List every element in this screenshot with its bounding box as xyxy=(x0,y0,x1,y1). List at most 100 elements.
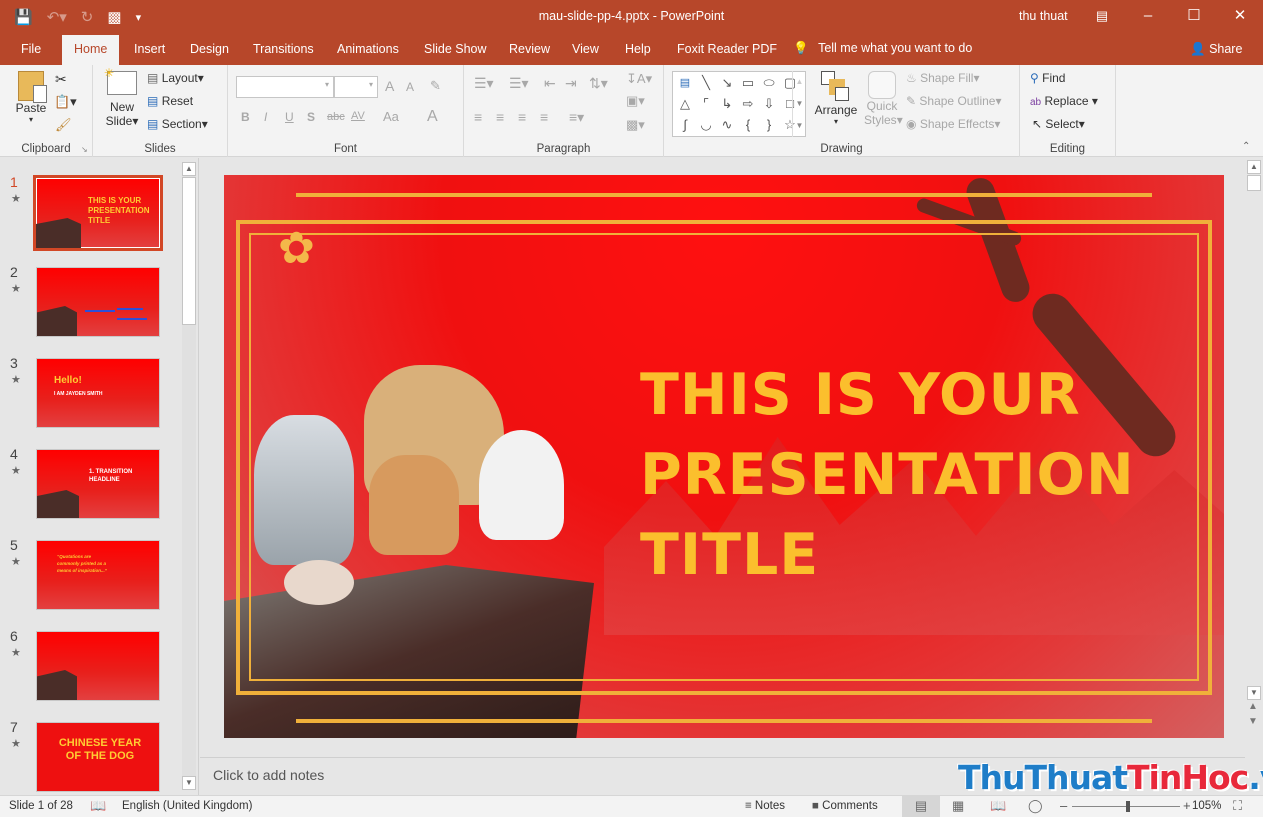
copy-icon[interactable]: 📋▾ xyxy=(54,94,77,110)
elbow-arrow-icon[interactable]: ↳ xyxy=(718,96,736,112)
replace-button[interactable]: ab Replace ▾ xyxy=(1030,94,1098,108)
current-slide[interactable]: ✿ THIS IS YOUR PRESENTATION TITLE xyxy=(224,175,1224,738)
increase-indent-icon[interactable]: ⇥ xyxy=(565,75,577,92)
zoom-level[interactable]: 105% xyxy=(1192,800,1221,812)
tell-me-search[interactable]: 💡 Tell me what you want to do xyxy=(793,41,972,56)
slideshow-view-button[interactable]: ◯ xyxy=(1028,798,1043,814)
font-size-combo[interactable]: ▾ xyxy=(334,76,378,98)
paste-button[interactable]: Paste ▾ xyxy=(14,71,48,124)
reading-view-button[interactable]: 📖 xyxy=(990,798,1006,814)
smartart-icon[interactable]: ▩▾ xyxy=(626,117,645,133)
numbering-icon[interactable]: ☰▾ xyxy=(509,75,529,92)
collapse-ribbon-icon[interactable]: ⌃ xyxy=(1242,141,1250,152)
oval-shape-icon[interactable]: ⬭ xyxy=(760,75,778,91)
section-button[interactable]: ▤ Section▾ xyxy=(147,117,208,131)
shape-fill-button[interactable]: ♨ Shape Fill▾ xyxy=(906,71,980,85)
previous-slide-icon[interactable]: ▲ xyxy=(1248,701,1258,712)
right-arrow-shape-icon[interactable]: ⇨ xyxy=(739,96,757,112)
tab-slide-show[interactable]: Slide Show xyxy=(424,42,487,56)
new-slide-button[interactable]: ✳ New Slide▾ xyxy=(104,66,139,128)
language-indicator[interactable]: English (United Kingdom) xyxy=(122,800,252,812)
fit-to-window-icon[interactable]: ⛶ xyxy=(1233,798,1242,814)
slide-thumbnail[interactable]: “Quotations are commonly printed as a me… xyxy=(36,540,160,610)
tab-home[interactable]: Home xyxy=(62,35,120,65)
rectangle-shape-icon[interactable]: ▭ xyxy=(739,75,757,91)
shape-effects-button[interactable]: ◉ Shape Effects▾ xyxy=(906,117,1000,131)
zoom-slider[interactable] xyxy=(1072,801,1180,812)
ribbon-display-options-icon[interactable]: ▤ xyxy=(1079,0,1125,34)
gallery-scroll-down[interactable]: ▼ xyxy=(793,93,806,115)
bullets-icon[interactable]: ☰▾ xyxy=(474,75,494,92)
notes-toggle[interactable]: ≡ Notes xyxy=(745,800,785,812)
tab-file[interactable]: File xyxy=(21,42,41,56)
right-brace-icon[interactable]: } xyxy=(760,117,778,132)
columns-icon[interactable]: ≡▾ xyxy=(569,109,584,126)
slide-counter[interactable]: Slide 1 of 28 xyxy=(9,800,73,812)
next-slide-icon[interactable]: ▼ xyxy=(1248,716,1258,727)
align-left-icon[interactable]: ≡ xyxy=(474,109,482,125)
zoom-in-button[interactable]: + xyxy=(1183,798,1191,813)
character-spacing-button[interactable]: AV xyxy=(351,110,365,122)
arrow-line-shape-icon[interactable]: ↘ xyxy=(718,75,736,91)
editor-scrollbar[interactable]: ▲ ▼ ▲ ▼ xyxy=(1245,158,1263,795)
text-shadow-button[interactable]: S xyxy=(307,110,315,124)
cut-icon[interactable]: ✂ xyxy=(55,71,67,88)
comments-toggle[interactable]: ■ Comments xyxy=(812,800,878,812)
text-direction-icon[interactable]: ↧A▾ xyxy=(626,71,652,87)
minimize-button[interactable]: – xyxy=(1125,0,1171,34)
tab-insert[interactable]: Insert xyxy=(134,42,165,56)
tab-view[interactable]: View xyxy=(572,42,599,56)
italic-button[interactable]: I xyxy=(264,110,267,124)
shape-outline-button[interactable]: ✎ Shape Outline▾ xyxy=(906,94,1002,108)
maximize-button[interactable]: ☐ xyxy=(1171,0,1217,34)
arrange-button[interactable]: Arrange ▾ xyxy=(814,71,858,126)
down-arrow-shape-icon[interactable]: ⇩ xyxy=(760,96,778,112)
grow-font-button[interactable]: A xyxy=(385,78,394,94)
select-button[interactable]: ↖ Select▾ xyxy=(1032,117,1085,131)
align-right-icon[interactable]: ≡ xyxy=(518,109,526,125)
font-color-button[interactable]: A xyxy=(427,108,438,126)
slide-thumbnail[interactable]: THIS IS YOUR PRESENTATION TITLE xyxy=(33,175,163,251)
tab-transitions[interactable]: Transitions xyxy=(253,42,314,56)
bold-button[interactable]: B xyxy=(241,110,250,124)
scroll-down-button[interactable]: ▼ xyxy=(182,776,196,790)
slide-thumbnail[interactable]: 1. TRANSITION HEADLINE xyxy=(36,449,160,519)
format-painter-icon[interactable]: 🖌 xyxy=(55,117,72,133)
scroll-thumb[interactable] xyxy=(1247,175,1261,191)
elbow-connector-icon[interactable]: ⌜ xyxy=(697,96,715,112)
zoom-out-button[interactable]: – xyxy=(1060,798,1067,813)
slide-thumbnail[interactable] xyxy=(36,267,160,337)
line-spacing-icon[interactable]: ⇅▾ xyxy=(589,75,608,92)
share-button[interactable]: 👤 Share xyxy=(1190,42,1242,57)
dialog-launcher-icon[interactable]: ↘ xyxy=(81,145,88,154)
reset-button[interactable]: ▤ Reset xyxy=(147,94,193,108)
tab-design[interactable]: Design xyxy=(190,42,229,56)
shrink-font-button[interactable]: A xyxy=(406,80,414,94)
freeform-icon[interactable]: ∫ xyxy=(676,117,694,132)
scroll-down-button[interactable]: ▼ xyxy=(1247,686,1261,700)
curve-icon[interactable]: ∿ xyxy=(718,117,736,133)
tab-animations[interactable]: Animations xyxy=(337,42,399,56)
slide-title[interactable]: THIS IS YOUR PRESENTATION TITLE xyxy=(640,355,1135,595)
gallery-more[interactable]: ▼ xyxy=(793,115,806,137)
align-text-icon[interactable]: ▣▾ xyxy=(626,93,645,109)
scroll-thumb[interactable] xyxy=(182,177,196,325)
tab-help[interactable]: Help xyxy=(625,42,651,56)
change-case-button[interactable]: Aa xyxy=(383,109,399,124)
align-center-icon[interactable]: ≡ xyxy=(496,109,504,125)
tab-foxit-reader-pdf[interactable]: Foxit Reader PDF xyxy=(677,42,777,56)
scroll-up-button[interactable]: ▲ xyxy=(1247,160,1261,174)
find-button[interactable]: ⚲ Find xyxy=(1030,71,1065,85)
arc-icon[interactable]: ◡ xyxy=(697,117,715,133)
shapes-gallery[interactable]: ▤ ╲ ↘ ▭ ⬭ ▢ △ ⌜ ↳ ⇨ ⇩ □ ∫ ◡ ∿{} ☆ xyxy=(672,71,806,137)
slide-thumbnail[interactable] xyxy=(36,631,160,701)
user-name[interactable]: thu thuat xyxy=(1019,9,1068,23)
spelling-check-icon[interactable]: 📖 xyxy=(90,798,106,814)
left-brace-icon[interactable]: { xyxy=(739,117,757,132)
strikethrough-button[interactable]: abc xyxy=(327,111,345,123)
zoom-slider-thumb[interactable] xyxy=(1126,801,1131,812)
slide-sorter-view-button[interactable]: ▦ xyxy=(952,798,964,814)
slide-thumbnail[interactable]: Hello! I AM JAYDEN SMITH xyxy=(36,358,160,428)
close-button[interactable]: ✕ xyxy=(1217,0,1263,34)
underline-button[interactable]: U xyxy=(285,110,294,124)
